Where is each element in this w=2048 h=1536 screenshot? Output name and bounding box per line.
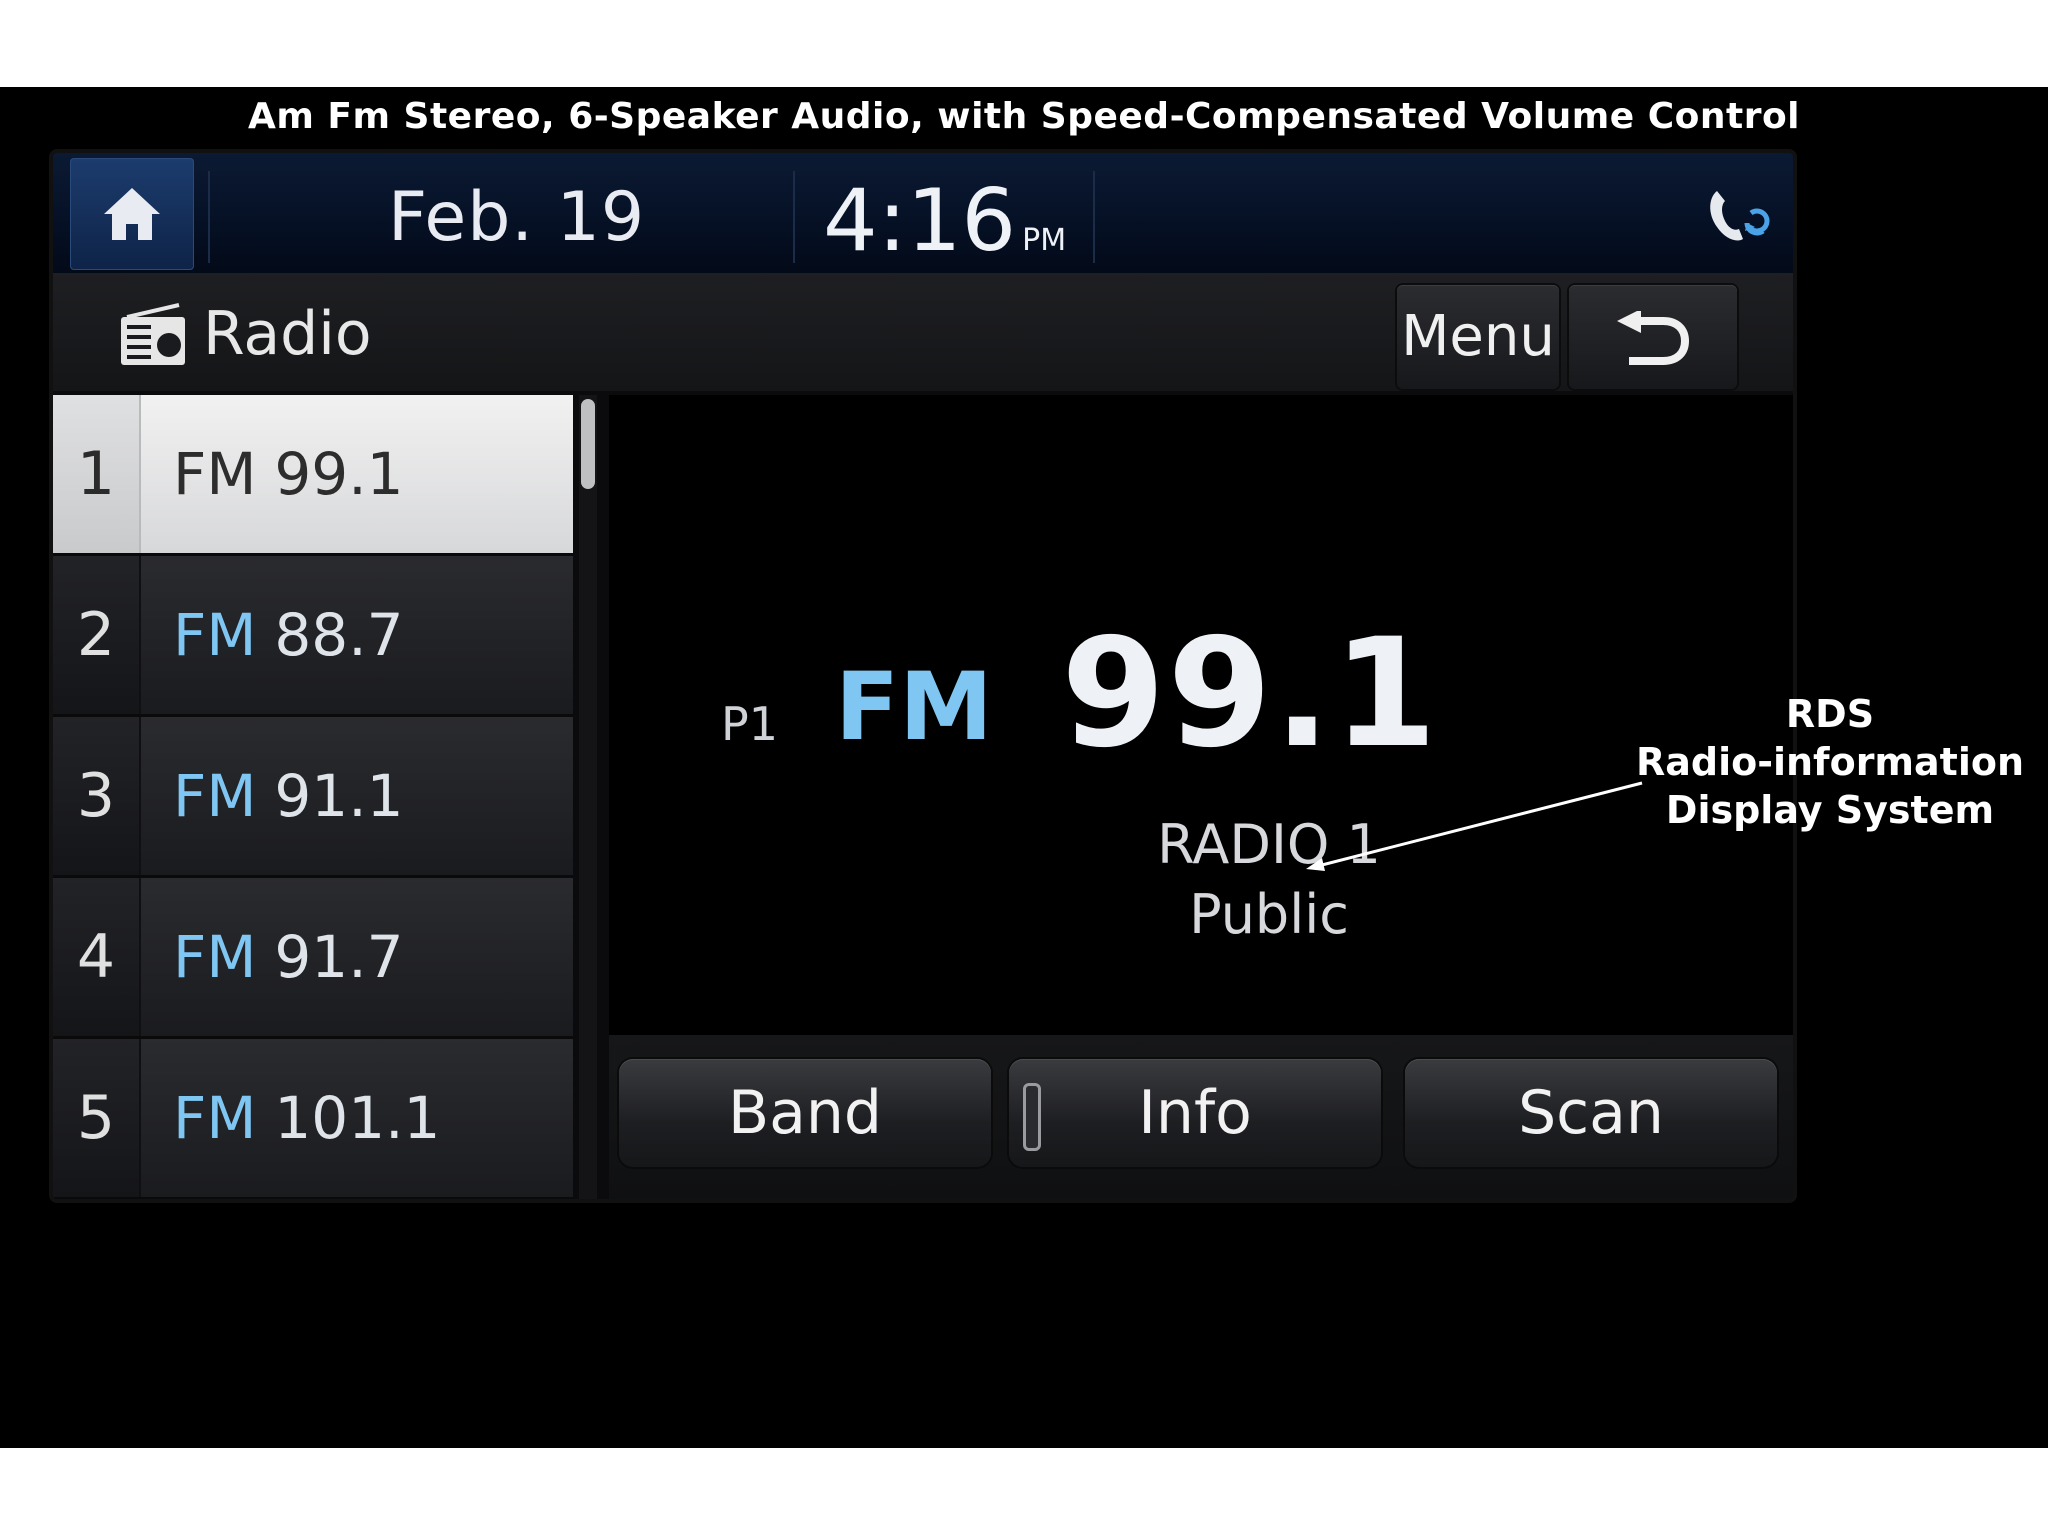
preset-item-4[interactable]: 4 FM 91.7: [53, 878, 573, 1039]
preset-frequency-value: 91.1: [274, 762, 404, 830]
preset-frequency: FM 91.7: [173, 878, 404, 1036]
home-icon: [104, 188, 160, 240]
preset-frequency: FM 88.7: [173, 556, 404, 714]
rds-station-name: RADIO 1: [1157, 813, 1381, 876]
infotainment-screen: Feb. 19 4:16 PM Radio Menu 1 FM 99.1 2 F…: [53, 153, 1793, 1199]
preset-item-5[interactable]: 5 FM 101.1: [53, 1039, 573, 1199]
info-button[interactable]: Info: [1009, 1059, 1381, 1167]
preset-frequency: FM 99.1: [173, 395, 404, 553]
preset-list: 1 FM 99.1 2 FM 88.7 3 FM 91.1 4 FM 91.7 5 FM…: [53, 395, 601, 1199]
annotation-line: Radio-information: [1635, 740, 2025, 784]
home-button[interactable]: [70, 158, 194, 270]
annotation-line: RDS: [1785, 692, 1875, 736]
title-bar: Radio Menu: [53, 273, 1793, 391]
status-divider: [208, 171, 210, 263]
preset-number: 4: [53, 878, 141, 1036]
image-caption: Am Fm Stereo, 6-Speaker Audio, with Spee…: [247, 96, 1801, 137]
preset-number: 2: [53, 556, 141, 714]
status-time: 4:16 PM: [823, 171, 1066, 271]
preset-band: FM: [173, 601, 257, 669]
bottom-button-bar: Band Info Scan: [609, 1035, 1793, 1199]
status-divider: [793, 171, 795, 263]
preset-band: FM: [173, 923, 257, 991]
scroll-thumb[interactable]: [581, 399, 595, 489]
preset-item-3[interactable]: 3 FM 91.1: [53, 717, 573, 878]
rds-program-type: Public: [1189, 883, 1349, 946]
status-ampm: PM: [1022, 223, 1067, 258]
current-preset-tag: P1: [721, 697, 779, 751]
preset-frequency-value: 88.7: [274, 601, 404, 669]
preset-item-2[interactable]: 2 FM 88.7: [53, 556, 573, 717]
preset-frequency-value: 99.1: [274, 440, 404, 508]
preset-frequency: FM 101.1: [173, 1039, 440, 1197]
annotation-line: Display System: [1665, 788, 1995, 832]
preset-number: 5: [53, 1039, 141, 1197]
radio-icon: [121, 303, 185, 365]
preset-frequency-value: 91.7: [274, 923, 404, 991]
preset-number: 1: [53, 395, 141, 553]
band-button[interactable]: Band: [619, 1059, 991, 1167]
preset-band: FM: [173, 440, 257, 508]
preset-band: FM: [173, 1084, 257, 1152]
status-divider: [1093, 171, 1095, 263]
back-arrow-icon: [1617, 311, 1690, 365]
scan-button[interactable]: Scan: [1405, 1059, 1777, 1167]
preset-band: FM: [173, 762, 257, 830]
current-frequency: 99.1: [1061, 607, 1440, 781]
back-button[interactable]: [1569, 285, 1737, 389]
phone-sync-icon[interactable]: [1703, 183, 1775, 245]
menu-button[interactable]: Menu: [1397, 285, 1559, 389]
preset-frequency-value: 101.1: [274, 1084, 441, 1152]
page-title: Radio: [203, 299, 372, 369]
status-date: Feb. 19: [388, 178, 646, 257]
status-bar: Feb. 19 4:16 PM: [53, 153, 1793, 273]
info-indicator-icon: [1023, 1083, 1041, 1151]
status-time-value: 4:16: [823, 171, 1017, 271]
preset-frequency: FM 91.1: [173, 717, 404, 875]
current-band: FM: [835, 653, 993, 762]
preset-number: 3: [53, 717, 141, 875]
now-playing-panel: P1 FM 99.1 RADIO 1 Public: [609, 395, 1793, 1035]
preset-scrollbar[interactable]: [579, 395, 597, 1199]
preset-item-1[interactable]: 1 FM 99.1: [53, 395, 573, 556]
info-button-label: Info: [1138, 1078, 1252, 1148]
rds-annotation: RDS Radio-information Display System: [1620, 690, 2040, 834]
